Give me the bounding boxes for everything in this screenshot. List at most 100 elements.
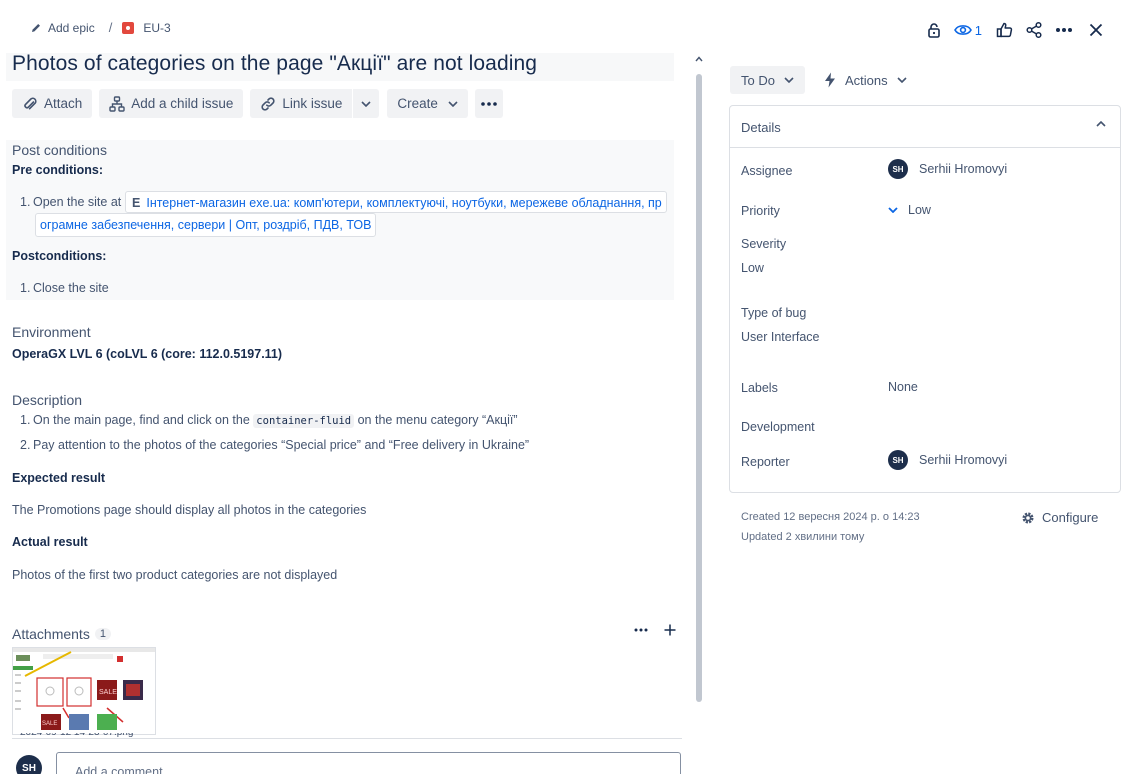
svg-text:SALE: SALE xyxy=(42,721,57,727)
site-link-line-1[interactable]: E Інтернет-магазин exe.ua: комп'ютери, ко… xyxy=(125,191,667,213)
reporter-field[interactable]: SH Serhii Hromovyi xyxy=(888,450,1007,470)
assignee-field[interactable]: SH Serhii Hromovyi xyxy=(888,159,1007,179)
eye-icon xyxy=(953,25,972,35)
pre-conditions-label: Pre conditions: xyxy=(12,163,103,177)
type-of-bug-label: Type of bug xyxy=(741,306,807,320)
details-title: Details xyxy=(741,120,781,135)
paperclip-icon xyxy=(24,97,37,109)
list-number: 1. xyxy=(20,195,31,209)
assignee-name: Serhii Hromovyi xyxy=(919,162,1008,176)
link-issue-label: Link issue xyxy=(282,96,343,111)
watch-button[interactable]: 1 xyxy=(953,22,982,38)
attachments-count: 1 xyxy=(94,628,111,640)
close-icon[interactable] xyxy=(1082,16,1110,44)
actions-label: Actions xyxy=(845,72,888,88)
status-label: To Do xyxy=(741,72,775,88)
details-panel: Details Assignee SH Serhii Hromovyi Prio… xyxy=(729,105,1121,493)
post-conditions-heading: Post conditions xyxy=(12,142,107,158)
more-icon xyxy=(481,101,497,106)
assignee-label: Assignee xyxy=(741,164,793,178)
site-link[interactable]: E Інтернет-магазин exe.ua: комп'ютери, ко… xyxy=(35,191,667,237)
inline-code: container-fluid xyxy=(253,414,355,428)
more-actions-button[interactable] xyxy=(474,89,503,118)
site-favicon-icon: E xyxy=(132,196,141,210)
attach-label: Attach xyxy=(44,96,83,111)
add-child-issue-button[interactable]: Add a child issue xyxy=(99,89,244,118)
attach-button[interactable]: Attach xyxy=(12,89,93,118)
lightning-icon xyxy=(825,72,835,88)
attachments-actions xyxy=(634,624,676,636)
configure-label: Configure xyxy=(1042,510,1099,525)
screenshot-preview: SALE SALE xyxy=(13,648,155,730)
avatar: SH xyxy=(888,159,908,179)
description-item-1: On the main page, find and click on the … xyxy=(33,413,518,428)
create-label: Create xyxy=(397,96,438,111)
lock-icon[interactable] xyxy=(920,16,948,44)
hierarchy-icon xyxy=(109,95,125,112)
actual-result-label: Actual result xyxy=(12,535,88,549)
create-button[interactable]: Create xyxy=(387,89,468,118)
comment-avatar: SH xyxy=(16,755,42,774)
add-child-issue-label: Add a child issue xyxy=(131,96,234,111)
details-header[interactable]: Details xyxy=(730,106,1120,148)
share-icon[interactable] xyxy=(1020,16,1048,44)
environment-value: OperaGX LVL 6 (coLVL 6 (core: 112.0.5197… xyxy=(12,347,283,361)
expected-result-value: The Promotions page should display all p… xyxy=(12,503,367,517)
priority-value: Low xyxy=(908,203,931,217)
list-number: 2. xyxy=(20,438,31,452)
more-icon[interactable] xyxy=(1050,16,1078,44)
chevron-down-icon xyxy=(361,100,371,107)
site-link-line-2[interactable]: ограмне забезпечення, сервери | Опт, роз… xyxy=(35,213,377,237)
scrollbar-thumb[interactable] xyxy=(696,74,702,702)
severity-value[interactable]: Low xyxy=(741,261,764,275)
type-of-bug-value[interactable]: User Interface xyxy=(741,330,820,344)
actual-result-value: Photos of the first two product categori… xyxy=(12,568,338,582)
list-number: 1. xyxy=(20,281,31,295)
plus-icon[interactable] xyxy=(664,624,676,636)
chevron-up-icon[interactable] xyxy=(1096,121,1106,127)
priority-low-icon xyxy=(888,207,898,213)
list-number: 1. xyxy=(20,413,31,427)
severity-label: Severity xyxy=(741,237,787,251)
link-issue-button[interactable]: Link issue xyxy=(250,89,353,118)
link-issue-dropdown[interactable] xyxy=(352,89,380,118)
post-condition-item: Close the site xyxy=(33,281,109,295)
pre-condition-item: Open the site at xyxy=(33,195,122,209)
description-item-2: Pay attention to the photos of the categ… xyxy=(33,438,530,452)
environment-heading: Environment xyxy=(12,324,91,340)
watch-count: 1 xyxy=(974,22,982,38)
issue-main: Photos of categories on the page "Акції"… xyxy=(0,0,703,774)
scroll-up-icon[interactable] xyxy=(695,56,703,62)
gear-icon xyxy=(1022,511,1034,524)
attachments-heading: Attachments 1 xyxy=(12,626,111,642)
reporter-name: Serhii Hromovyi xyxy=(919,453,1008,467)
avatar: SH xyxy=(888,450,908,470)
actions-dropdown[interactable]: Actions xyxy=(820,66,911,94)
more-icon[interactable] xyxy=(634,628,648,632)
chevron-down-icon xyxy=(784,77,794,83)
main-scrollbar[interactable] xyxy=(694,56,704,706)
status-dropdown[interactable]: To Do xyxy=(730,66,805,94)
development-label: Development xyxy=(741,420,815,434)
chevron-down-icon xyxy=(897,77,907,83)
expected-result-label: Expected result xyxy=(12,471,106,485)
description-heading: Description xyxy=(12,392,83,408)
svg-text:SALE: SALE xyxy=(99,689,117,696)
created-timestamp: Created 12 вересня 2024 р. о 14:23 xyxy=(741,511,920,523)
chevron-down-icon xyxy=(448,100,458,107)
reporter-label: Reporter xyxy=(741,455,790,469)
issue-title[interactable]: Photos of categories on the page "Акції"… xyxy=(12,52,537,76)
attachment-thumbnail[interactable]: SALE SALE xyxy=(12,647,156,735)
divider xyxy=(12,738,682,739)
comment-input[interactable]: Add a comment... xyxy=(56,752,681,774)
link-issue-split: Link issue xyxy=(250,89,380,118)
priority-field[interactable]: Low xyxy=(888,203,931,217)
attachments-title: Attachments xyxy=(12,626,90,642)
like-icon[interactable] xyxy=(990,16,1018,44)
updated-timestamp: Updated 2 хвилини тому xyxy=(741,531,865,543)
labels-label: Labels xyxy=(741,381,778,395)
postconditions-label: Postconditions: xyxy=(12,249,107,263)
labels-value[interactable]: None xyxy=(888,380,918,394)
configure-button[interactable]: Configure xyxy=(1021,510,1098,525)
priority-label: Priority xyxy=(741,204,780,218)
